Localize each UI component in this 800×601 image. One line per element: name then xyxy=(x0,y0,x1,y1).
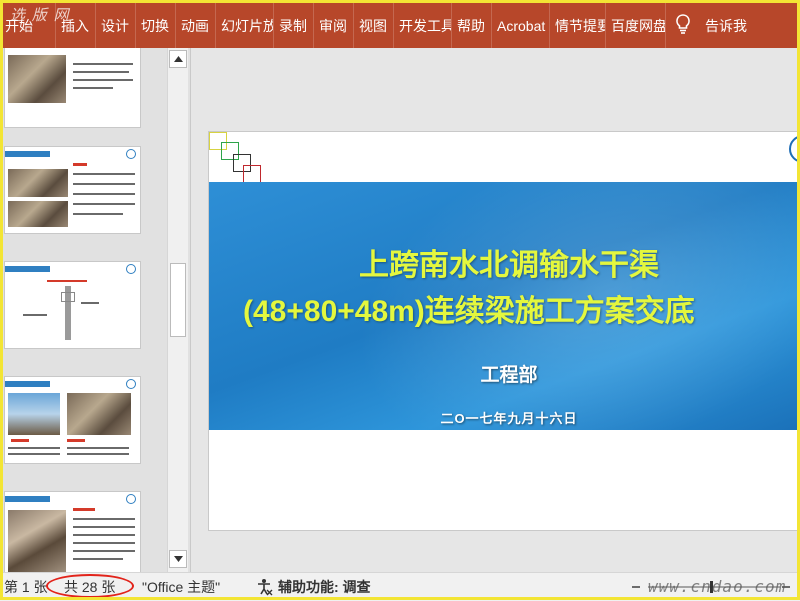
thumbnail-text-line xyxy=(73,183,135,185)
accessibility-icon[interactable] xyxy=(256,578,274,596)
thumbnail-text-line xyxy=(73,71,129,73)
scrollbar-thumb[interactable] xyxy=(170,263,186,337)
tab-slideshow[interactable]: 幻灯片放映 xyxy=(216,0,274,48)
slide-editor-area: 上跨南水北调输水干渠 (48+80+48m)连续梁施工方案交底 工程部 二O一七… xyxy=(190,48,800,572)
thumbnail-heading-line xyxy=(73,508,95,511)
thumbnail-text-line xyxy=(8,453,60,455)
thumbnail-logo xyxy=(126,149,136,159)
thumbnail-photo xyxy=(8,201,68,227)
thumbnail-header-bar xyxy=(5,496,50,502)
thumbnail-text-line xyxy=(73,79,133,81)
thumbnail-text-line xyxy=(73,213,123,215)
lightbulb-icon[interactable] xyxy=(666,0,700,48)
tab-animations[interactable]: 动画 xyxy=(176,0,216,48)
tab-help[interactable]: 帮助 xyxy=(452,0,492,48)
thumbnail-scrollbar[interactable] xyxy=(167,48,188,572)
site-watermark-url: www.cndao.com xyxy=(648,577,787,596)
thumbnail-text-line xyxy=(81,302,99,304)
slide-thumbnail[interactable] xyxy=(4,376,141,464)
thumbnail-text-line xyxy=(73,173,135,175)
thumbnail-logo xyxy=(126,379,136,389)
thumbnail-text-line xyxy=(23,314,47,316)
thumbnail-text-line xyxy=(73,558,123,560)
thumbnail-text-line xyxy=(73,193,135,195)
slide-title-line1: 上跨南水北调输水干渠 xyxy=(359,249,659,282)
slide-title-line2: (48+80+48m)连续梁施工方案交底 xyxy=(243,295,695,328)
site-watermark: 选 版 网 xyxy=(10,6,70,24)
slide-thumbnail[interactable] xyxy=(4,146,141,234)
slide-thumbnail-pane xyxy=(0,48,190,572)
thumbnail-drawing xyxy=(61,292,75,302)
slide-thumbnail[interactable] xyxy=(4,48,141,128)
thumbnail-text-line xyxy=(73,542,135,544)
triangle-up-icon[interactable] xyxy=(169,50,187,68)
thumbnail-photo xyxy=(67,393,131,435)
thumbnail-photo xyxy=(8,55,66,103)
tab-review[interactable]: 审阅 xyxy=(314,0,354,48)
thumbnail-logo xyxy=(126,494,136,504)
company-logo xyxy=(789,135,800,163)
thumbnail-text-line xyxy=(73,550,135,552)
thumbnail-photo xyxy=(8,510,66,572)
accessibility-status[interactable]: 辅助功能: 调查 xyxy=(278,577,371,597)
thumbnail-text-line xyxy=(73,87,113,89)
tab-baidu-netdisk[interactable]: 百度网盘 xyxy=(606,0,666,48)
current-slide[interactable]: 上跨南水北调输水干渠 (48+80+48m)连续梁施工方案交底 工程部 二O一七… xyxy=(209,132,800,530)
title-band: 上跨南水北调输水干渠 (48+80+48m)连续梁施工方案交底 工程部 二O一七… xyxy=(209,182,800,430)
thumbnail-header-bar xyxy=(5,381,50,387)
thumbnail-text-line xyxy=(73,518,135,520)
thumbnail-text-line xyxy=(73,526,135,528)
slide-date: 二O一七年九月十六日 xyxy=(440,411,578,426)
thumbnail-text-line xyxy=(73,534,135,536)
thumbnail-heading-line xyxy=(73,163,87,166)
tab-record[interactable]: 录制 xyxy=(274,0,314,48)
thumbnail-heading-line xyxy=(67,439,85,442)
tab-acrobat[interactable]: Acrobat xyxy=(492,0,550,48)
thumbnail-text-line xyxy=(67,453,129,455)
theme-name: "Office 主题" xyxy=(142,579,221,595)
slide-count: 共 28 张 xyxy=(64,579,116,595)
tab-transitions[interactable]: 切换 xyxy=(136,0,176,48)
thumbnail-header-bar xyxy=(5,266,50,272)
slide-department: 工程部 xyxy=(480,365,538,386)
thumbnail-heading-line xyxy=(47,280,87,282)
decor-square xyxy=(243,165,261,183)
thumbnail-photo xyxy=(8,393,60,435)
slide-position[interactable]: 第 1 张 xyxy=(4,577,48,597)
thumbnail-text-line xyxy=(73,63,133,65)
ribbon-tab-bar: 选 版 网 开始 插入 设计 切换 动画 幻灯片放映 录制 审阅 视图 开发工具… xyxy=(0,0,800,48)
thumbnail-logo xyxy=(126,264,136,274)
tab-developer[interactable]: 开发工具 xyxy=(394,0,452,48)
triangle-down-icon[interactable] xyxy=(169,550,187,568)
thumbnail-header-bar xyxy=(5,151,50,157)
slide-thumbnail[interactable] xyxy=(4,491,141,572)
slide-thumbnail[interactable] xyxy=(4,261,141,349)
thumbnail-photo xyxy=(8,169,68,197)
tell-me-search[interactable]: 告诉我 xyxy=(700,0,776,48)
tab-storyboard[interactable]: 情节提要 xyxy=(550,0,606,48)
tab-design[interactable]: 设计 xyxy=(96,0,136,48)
thumbnail-text-line xyxy=(73,203,135,205)
tab-view[interactable]: 视图 xyxy=(354,0,394,48)
thumbnail-heading-line xyxy=(11,439,29,442)
status-bar: 第 1 张 共 28 张 "Office 主题" 辅助功能: 调查 www.cn… xyxy=(0,572,800,601)
thumbnail-text-line xyxy=(67,447,129,449)
thumbnail-text-line xyxy=(8,447,60,449)
